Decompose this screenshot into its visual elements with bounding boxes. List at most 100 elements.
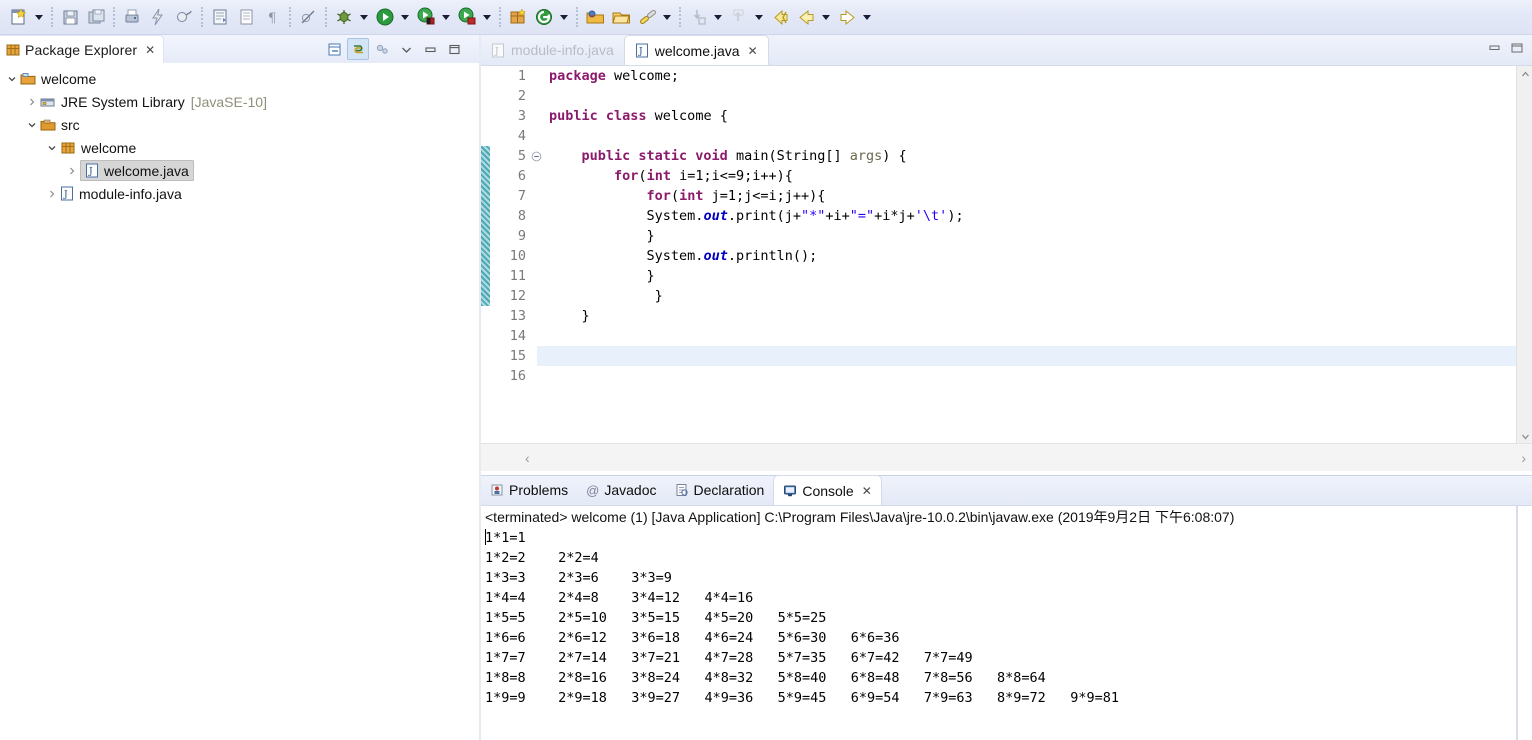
forward-dropdown[interactable] <box>860 5 873 29</box>
back-dropdown[interactable] <box>819 5 832 29</box>
build-button[interactable] <box>146 5 170 29</box>
tree-item-label: welcome <box>81 140 136 156</box>
save-all-button[interactable] <box>84 5 108 29</box>
previous-annotation-button[interactable] <box>768 5 792 29</box>
print-button[interactable] <box>120 5 144 29</box>
run-button[interactable] <box>373 5 397 29</box>
change-bar <box>481 146 490 306</box>
tab-declaration[interactable]: Declaration <box>666 475 774 505</box>
minimize-icon[interactable] <box>419 38 441 60</box>
close-icon[interactable]: ✕ <box>145 44 155 56</box>
toolbar-separator <box>113 7 115 27</box>
code-editor[interactable]: 1 2 3 4 5 6 7 8 9 10 11 12 13 14 15 16 <box>481 65 1532 443</box>
run-dropdown[interactable] <box>398 5 411 29</box>
step-return-button[interactable] <box>727 5 751 29</box>
chevron-right-icon[interactable] <box>24 94 40 110</box>
close-icon[interactable]: ✕ <box>748 45 758 57</box>
svg-text:J: J <box>638 47 643 57</box>
skip-breakpoints-button[interactable] <box>296 5 320 29</box>
toolbar-separator <box>499 7 501 27</box>
chevron-down-icon[interactable] <box>44 140 60 156</box>
editor-maximize-icon[interactable] <box>1508 39 1526 57</box>
code-line: } <box>537 226 1532 246</box>
code-content[interactable]: package welcome; public class welcome { … <box>537 66 1532 443</box>
tab-welcome-java[interactable]: J welcome.java ✕ <box>624 35 769 65</box>
tree-item-package-welcome[interactable]: welcome <box>0 136 479 159</box>
console-line: 1*1=1 <box>485 528 1532 548</box>
code-line: System.out.print(j+"*"+i+"="+i*j+'\t'); <box>537 206 1532 226</box>
collapse-all-icon[interactable] <box>323 38 345 60</box>
code-line: package welcome; <box>537 66 1532 86</box>
chevron-right-icon[interactable] <box>64 163 80 179</box>
run-external-tools-button[interactable] <box>455 5 479 29</box>
svg-text:¶: ¶ <box>268 11 276 26</box>
open-task-button[interactable] <box>583 5 607 29</box>
view-menu-icon[interactable] <box>395 38 417 60</box>
link-with-editor-icon[interactable] <box>347 38 369 60</box>
tree-item-welcome-project[interactable]: welcome <box>0 67 479 90</box>
editor-vertical-scrollbar[interactable] <box>1516 66 1532 443</box>
new-package-button[interactable] <box>506 5 530 29</box>
step-into-button[interactable] <box>686 5 710 29</box>
forward-button[interactable] <box>835 5 859 29</box>
scroll-up-icon[interactable] <box>1517 66 1532 82</box>
maximize-icon[interactable] <box>443 38 465 60</box>
editor-minimize-icon[interactable] <box>1486 39 1504 57</box>
new-java-project-button[interactable] <box>208 5 232 29</box>
code-line: } <box>537 306 1532 326</box>
debug-button[interactable] <box>332 5 356 29</box>
search-dropdown[interactable] <box>557 5 570 29</box>
package-explorer-tab[interactable]: Package Explorer ✕ <box>0 35 164 63</box>
tab-problems[interactable]: Problems <box>481 475 577 505</box>
tree-item-src[interactable]: src <box>0 113 479 136</box>
editor-horizontal-scrollbar[interactable]: ‹ › <box>481 443 1532 471</box>
java-file-icon: J <box>635 43 649 58</box>
declaration-icon <box>675 483 689 497</box>
tab-module-info-java[interactable]: J module-info.java <box>481 35 624 65</box>
code-line: for(int j=1;j<=i;j++){ <box>537 186 1532 206</box>
new-wizard-button[interactable] <box>7 5 31 29</box>
view-menu-focus-icon[interactable] <box>371 38 393 60</box>
back-button[interactable] <box>794 5 818 29</box>
open-folder-button[interactable] <box>609 5 633 29</box>
chevron-right-icon[interactable] <box>44 186 60 202</box>
line-number: 16 <box>490 366 528 386</box>
new-annotation-button[interactable]: ¶ <box>260 5 284 29</box>
tab-console[interactable]: Console ✕ <box>773 475 881 505</box>
code-line <box>537 86 1532 106</box>
package-icon <box>60 140 76 156</box>
toolbar-separator <box>51 7 53 27</box>
console-body[interactable]: <terminated> welcome (1) [Java Applicati… <box>481 505 1532 740</box>
new-wizard-dropdown[interactable] <box>32 5 45 29</box>
new-class-button[interactable] <box>234 5 258 29</box>
line-number: 12 <box>490 286 528 306</box>
debug-dropdown[interactable] <box>357 5 370 29</box>
open-type-button[interactable] <box>172 5 196 29</box>
console-output[interactable]: 1*1=1 1*2=2 2*2=4 1*3=3 2*3=6 3*3=9 1*4=… <box>481 528 1532 708</box>
code-line: for(int i=1;i<=9;i++){ <box>537 166 1532 186</box>
step-return-dropdown[interactable] <box>752 5 765 29</box>
search-button[interactable] <box>532 5 556 29</box>
package-explorer-header: Package Explorer ✕ <box>0 35 479 63</box>
step-into-dropdown[interactable] <box>711 5 724 29</box>
save-button[interactable] <box>58 5 82 29</box>
chevron-down-icon[interactable] <box>4 71 20 87</box>
svg-text:J: J <box>63 190 68 200</box>
tree-item-module-info-java[interactable]: J module-info.java <box>0 182 479 205</box>
run-external-tools-dropdown[interactable] <box>480 5 493 29</box>
scroll-right-icon[interactable]: › <box>1521 450 1526 466</box>
coverage-dropdown[interactable] <box>439 5 452 29</box>
chevron-down-icon[interactable] <box>24 117 40 133</box>
link-dropdown[interactable] <box>660 5 673 29</box>
tree-item-jre-system-library[interactable]: JRE System Library [JavaSE-10] <box>0 90 479 113</box>
scroll-down-icon[interactable] <box>1517 428 1532 443</box>
tree-item-suffix: [JavaSE-10] <box>191 94 267 110</box>
close-icon[interactable]: ✕ <box>862 485 872 497</box>
scroll-left-icon[interactable]: ‹ <box>525 450 530 466</box>
change-bar-column <box>481 66 490 443</box>
link-button[interactable] <box>635 5 659 29</box>
selected-item-wrapper[interactable]: J welcome.java <box>80 160 194 181</box>
tree-item-welcome-java[interactable]: J welcome.java <box>0 159 479 182</box>
tab-javadoc[interactable]: @ Javadoc <box>577 475 665 505</box>
coverage-button[interactable] <box>414 5 438 29</box>
